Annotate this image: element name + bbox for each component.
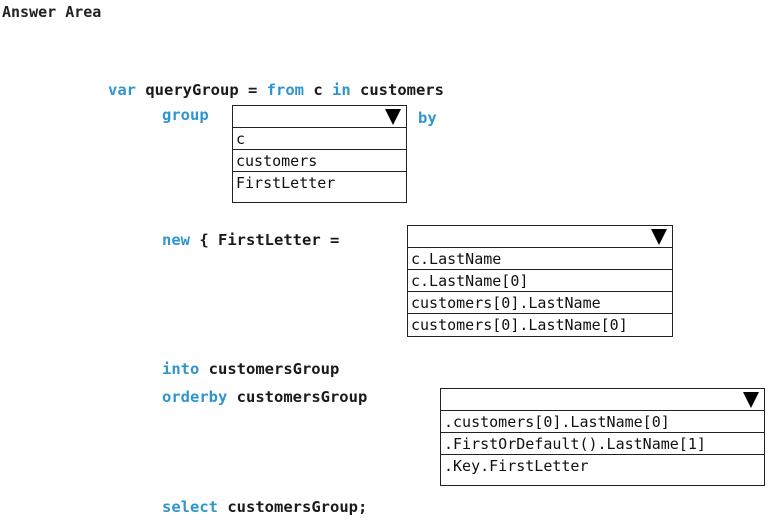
orderby-keyword: orderby <box>162 388 228 406</box>
orderby-member-dropdown[interactable]: .customers[0].LastName[0] .FirstOrDefaul… <box>440 388 765 486</box>
orderby-line: orderby customersGroup <box>162 387 367 407</box>
into-text: customersGroup <box>199 360 340 378</box>
new-line: new { FirstLetter = <box>162 230 339 250</box>
query-line: var queryGroup = from c in customers <box>108 80 444 100</box>
triangle-down-icon[interactable] <box>651 229 667 245</box>
triangle-down-icon[interactable] <box>385 109 401 125</box>
query-text-1: queryGroup = <box>136 81 267 99</box>
select-keyword: select <box>162 498 218 516</box>
into-line: into customersGroup <box>162 359 339 379</box>
option-c[interactable]: c <box>233 128 406 150</box>
query-text-2: c <box>303 81 332 99</box>
option-c-lastname-0[interactable]: c.LastName[0] <box>408 270 672 292</box>
group-target-dropdown-header[interactable] <box>233 106 406 128</box>
from-keyword: from <box>266 81 304 99</box>
in-keyword: in <box>331 81 351 99</box>
group-keyword: group <box>162 106 209 124</box>
query-text-3: customers <box>350 81 444 99</box>
group-target-dropdown[interactable]: c customers FirstLetter <box>232 105 407 203</box>
orderby-text: customersGroup <box>227 388 368 406</box>
orderby-dropdown-header[interactable] <box>441 389 764 411</box>
option-c-lastname[interactable]: c.LastName <box>408 248 672 270</box>
var-keyword: var <box>108 81 136 99</box>
option-customers-0-lastname[interactable]: customers[0].LastName <box>408 292 672 314</box>
option-customers-0-lastname-0[interactable]: .customers[0].LastName[0] <box>441 411 764 433</box>
first-letter-dropdown-header[interactable] <box>408 226 672 248</box>
option-key-firstletter[interactable]: .Key.FirstLetter <box>441 455 764 477</box>
select-line: select customersGroup; <box>162 497 367 517</box>
option-firstordefault-lastname-1[interactable]: .FirstOrDefault().LastName[1] <box>441 433 764 455</box>
select-text: customersGroup; <box>218 498 368 516</box>
into-keyword: into <box>162 360 200 378</box>
first-letter-value-dropdown[interactable]: c.LastName c.LastName[0] customers[0].La… <box>407 225 673 337</box>
answer-area-title: Answer Area <box>2 3 102 21</box>
new-keyword: new <box>162 231 190 249</box>
new-text: { FirstLetter = <box>190 231 340 249</box>
option-customers-0-lastname-0[interactable]: customers[0].LastName[0] <box>408 314 672 336</box>
option-customers[interactable]: customers <box>233 150 406 172</box>
option-firstletter[interactable]: FirstLetter <box>233 172 406 194</box>
triangle-down-icon[interactable] <box>743 392 759 408</box>
by-keyword: by <box>418 109 437 127</box>
